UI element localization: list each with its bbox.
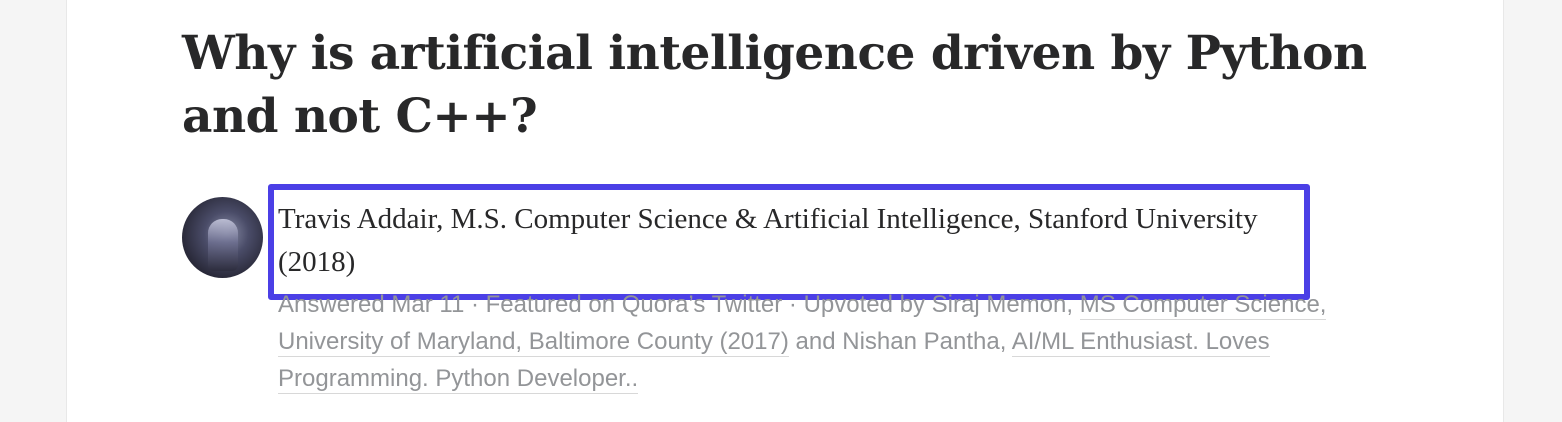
question-title[interactable]: Why is artificial intelligence driven by… [182,22,1442,148]
upvoted-by-label: Upvoted by Siraj Memon, [803,291,1080,318]
featured-label: Featured on Quora’s Twitter [485,291,783,318]
upvoted-conjunction: and Nishan Pantha, [788,328,1012,355]
meta-separator: · [464,291,486,318]
meta-separator: · [782,291,804,318]
answered-date[interactable]: Answered Mar 11 [278,291,464,318]
author-avatar[interactable] [182,197,263,278]
answer-meta: Answered Mar 11 · Featured on Quora’s Tw… [278,286,1338,397]
author-credential[interactable]: Travis Addair, M.S. Computer Science & A… [278,198,1298,284]
avatar-photo [208,219,238,271]
